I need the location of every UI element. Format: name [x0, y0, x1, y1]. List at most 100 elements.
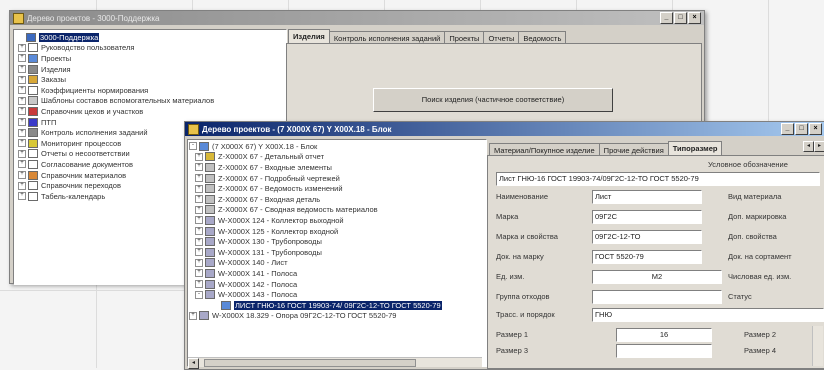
expand-icon[interactable]: +	[195, 174, 203, 183]
scroll-thumb[interactable]	[204, 359, 416, 367]
tab-scroll-right-icon[interactable]: ▸	[814, 141, 824, 152]
expand-icon[interactable]: +	[189, 311, 197, 320]
tree-item[interactable]: + W-X000X 125 - Коллектор входной	[189, 226, 485, 237]
tree-item[interactable]: + Справочник цехов и участков	[16, 106, 284, 117]
tree-item[interactable]: 3000-Поддержка	[16, 32, 284, 43]
designation-field[interactable]: Лист ГНЮ-16 ГОСТ 19903-74/09Г2С-12-ТО ГО…	[496, 172, 820, 186]
tree-item[interactable]: + Руководство пользователя	[16, 43, 284, 54]
expand-icon[interactable]: +	[18, 192, 26, 201]
tree-item[interactable]: + Z-X000X 67 - Подробный чертежей	[189, 173, 485, 184]
tree-item[interactable]: + Заказы	[16, 74, 284, 85]
size1-field[interactable]: 16	[616, 328, 712, 342]
expand-icon[interactable]: +	[195, 227, 203, 236]
expand-icon[interactable]: +	[195, 216, 203, 225]
expand-icon[interactable]: +	[18, 107, 26, 116]
expand-icon[interactable]: +	[18, 86, 26, 95]
designation-label: Условное обозначение	[708, 160, 788, 169]
tree-item[interactable]: - W-X000X 143 - Полоса	[189, 289, 485, 300]
node-icon	[28, 64, 38, 74]
node-icon	[205, 258, 215, 268]
vertical-scrollbar[interactable]	[812, 326, 823, 366]
maximize-button[interactable]: □	[795, 123, 808, 135]
tree-item[interactable]: + Проекты	[16, 53, 284, 64]
tree-item[interactable]: + W-X000X 18.329 - Опора 09Г2С-12-ТО ГОСТ…	[189, 311, 485, 322]
node-icon	[28, 117, 38, 127]
expand-icon[interactable]: +	[195, 195, 203, 204]
node-icon	[205, 173, 215, 183]
tree-item[interactable]: + Изделия	[16, 64, 284, 75]
block-tree[interactable]: - (7 X000X 67) Y X00X.18 - Блок + Z-X000X 6…	[187, 139, 487, 367]
node-icon	[28, 75, 38, 85]
tree-item[interactable]: + Z-X000X 67 - Детальный отчет	[189, 152, 485, 163]
expand-icon[interactable]: +	[18, 96, 26, 105]
window-titlebar[interactable]: Дерево проектов - (7 X000X 67) Y X00X.18…	[185, 122, 824, 136]
tree-item[interactable]: + W-X000X 130 - Трубопроводы	[189, 236, 485, 247]
tree-item[interactable]: + Z-X000X 67 - Ведомость изменений	[189, 183, 485, 194]
expand-icon[interactable]: +	[18, 54, 26, 63]
tree-item[interactable]: + W-X000X 142 - Полоса	[189, 279, 485, 290]
brand-doc-field[interactable]: ГОСТ 5520-79	[592, 250, 702, 264]
tree-item[interactable]: + Коэффициенты нормирования	[16, 85, 284, 96]
close-button[interactable]: ×	[688, 12, 701, 24]
tree-item[interactable]: + W-X000X 131 - Трубопроводы	[189, 247, 485, 258]
brand-properties-field[interactable]: 09Г2С-12-ТО	[592, 230, 702, 244]
expand-icon[interactable]: +	[195, 280, 203, 289]
tree-item[interactable]: + Z-X000X 67 - Сводная ведомость материал…	[189, 205, 485, 216]
unit-field[interactable]: М2	[592, 270, 722, 284]
expand-icon[interactable]: +	[18, 171, 26, 180]
waste-group-label: Группа отходов	[496, 292, 550, 301]
sort-order-field[interactable]: ГНЮ	[592, 308, 824, 322]
expand-icon[interactable]: +	[195, 258, 203, 267]
expand-icon[interactable]: +	[18, 149, 26, 158]
tree-item[interactable]: + W-X000X 141 - Полоса	[189, 268, 485, 279]
sort-order-label: Трасс. и порядок	[496, 310, 555, 319]
expand-icon[interactable]: +	[195, 269, 203, 278]
waste-group-field[interactable]	[592, 290, 722, 304]
collapse-icon[interactable]: -	[195, 290, 203, 299]
node-icon	[205, 184, 215, 194]
expand-icon[interactable]: +	[18, 75, 26, 84]
expand-icon[interactable]: +	[18, 181, 26, 190]
expand-icon[interactable]: +	[195, 248, 203, 257]
expand-icon[interactable]: +	[195, 152, 203, 161]
tree-item-label: Z-X000X 67 - Детальный отчет	[218, 152, 325, 162]
expand-icon[interactable]: +	[18, 43, 26, 52]
expand-icon[interactable]: +	[195, 237, 203, 246]
expand-icon[interactable]: +	[18, 160, 26, 169]
window-titlebar[interactable]: Дерево проектов - 3000-Поддержка _ □ ×	[10, 11, 704, 25]
expand-icon[interactable]: +	[18, 65, 26, 74]
tree-item[interactable]: + W-X000X 124 - Коллектор выходной	[189, 215, 485, 226]
expand-icon[interactable]: +	[18, 118, 26, 127]
name-field[interactable]: Лист	[592, 190, 702, 204]
tree-item-label: 3000-Поддержка	[39, 32, 100, 42]
close-button[interactable]: ×	[809, 123, 822, 135]
brand-field[interactable]: 09Г2С	[592, 210, 702, 224]
tree-item[interactable]: + Z-X000X 67 - Входные элементы	[189, 162, 485, 173]
tree-item-label: Отчеты о несоответствии	[41, 149, 130, 159]
tree-item[interactable]: ЛИСТ ГНЮ-16 ГОСТ 19903-74/ 09Г2С-12-ТО Г…	[189, 300, 485, 311]
size3-field[interactable]	[616, 344, 712, 358]
expand-icon[interactable]: +	[195, 163, 203, 172]
tree-item[interactable]: + W-X000X 140 - Лист	[189, 258, 485, 269]
tree-item-label: W-X000X 143 - Полоса	[218, 290, 298, 300]
tab-scroll-left-icon[interactable]: ◂	[803, 141, 814, 152]
node-icon	[28, 138, 38, 148]
tree-item[interactable]: - (7 X000X 67) Y X00X.18 - Блок	[189, 141, 485, 152]
maximize-button[interactable]: □	[674, 12, 687, 24]
expand-icon[interactable]: +	[18, 139, 26, 148]
minimize-button[interactable]: _	[660, 12, 673, 24]
expand-icon[interactable]: +	[195, 184, 203, 193]
tree-item-label: Изделия	[41, 64, 71, 74]
scroll-left-icon[interactable]: ◂	[188, 358, 199, 369]
tree-item[interactable]: + Шаблоны составов вспомогательных матери…	[16, 96, 284, 107]
collapse-icon[interactable]: -	[189, 142, 197, 151]
minimize-button[interactable]: _	[781, 123, 794, 135]
horizontal-scrollbar[interactable]: ◂	[188, 357, 482, 369]
tree-item[interactable]: + Z-X000X 67 - Входная деталь	[189, 194, 485, 205]
app-icon	[13, 12, 24, 24]
search-product-button[interactable]: Поиск изделия (частичное соответствие)	[373, 88, 613, 112]
unit-label: Ед. изм.	[496, 272, 525, 281]
expand-icon[interactable]: +	[18, 128, 26, 137]
tree-item-label: Табель-календарь	[41, 191, 106, 201]
expand-icon[interactable]: +	[195, 205, 203, 214]
